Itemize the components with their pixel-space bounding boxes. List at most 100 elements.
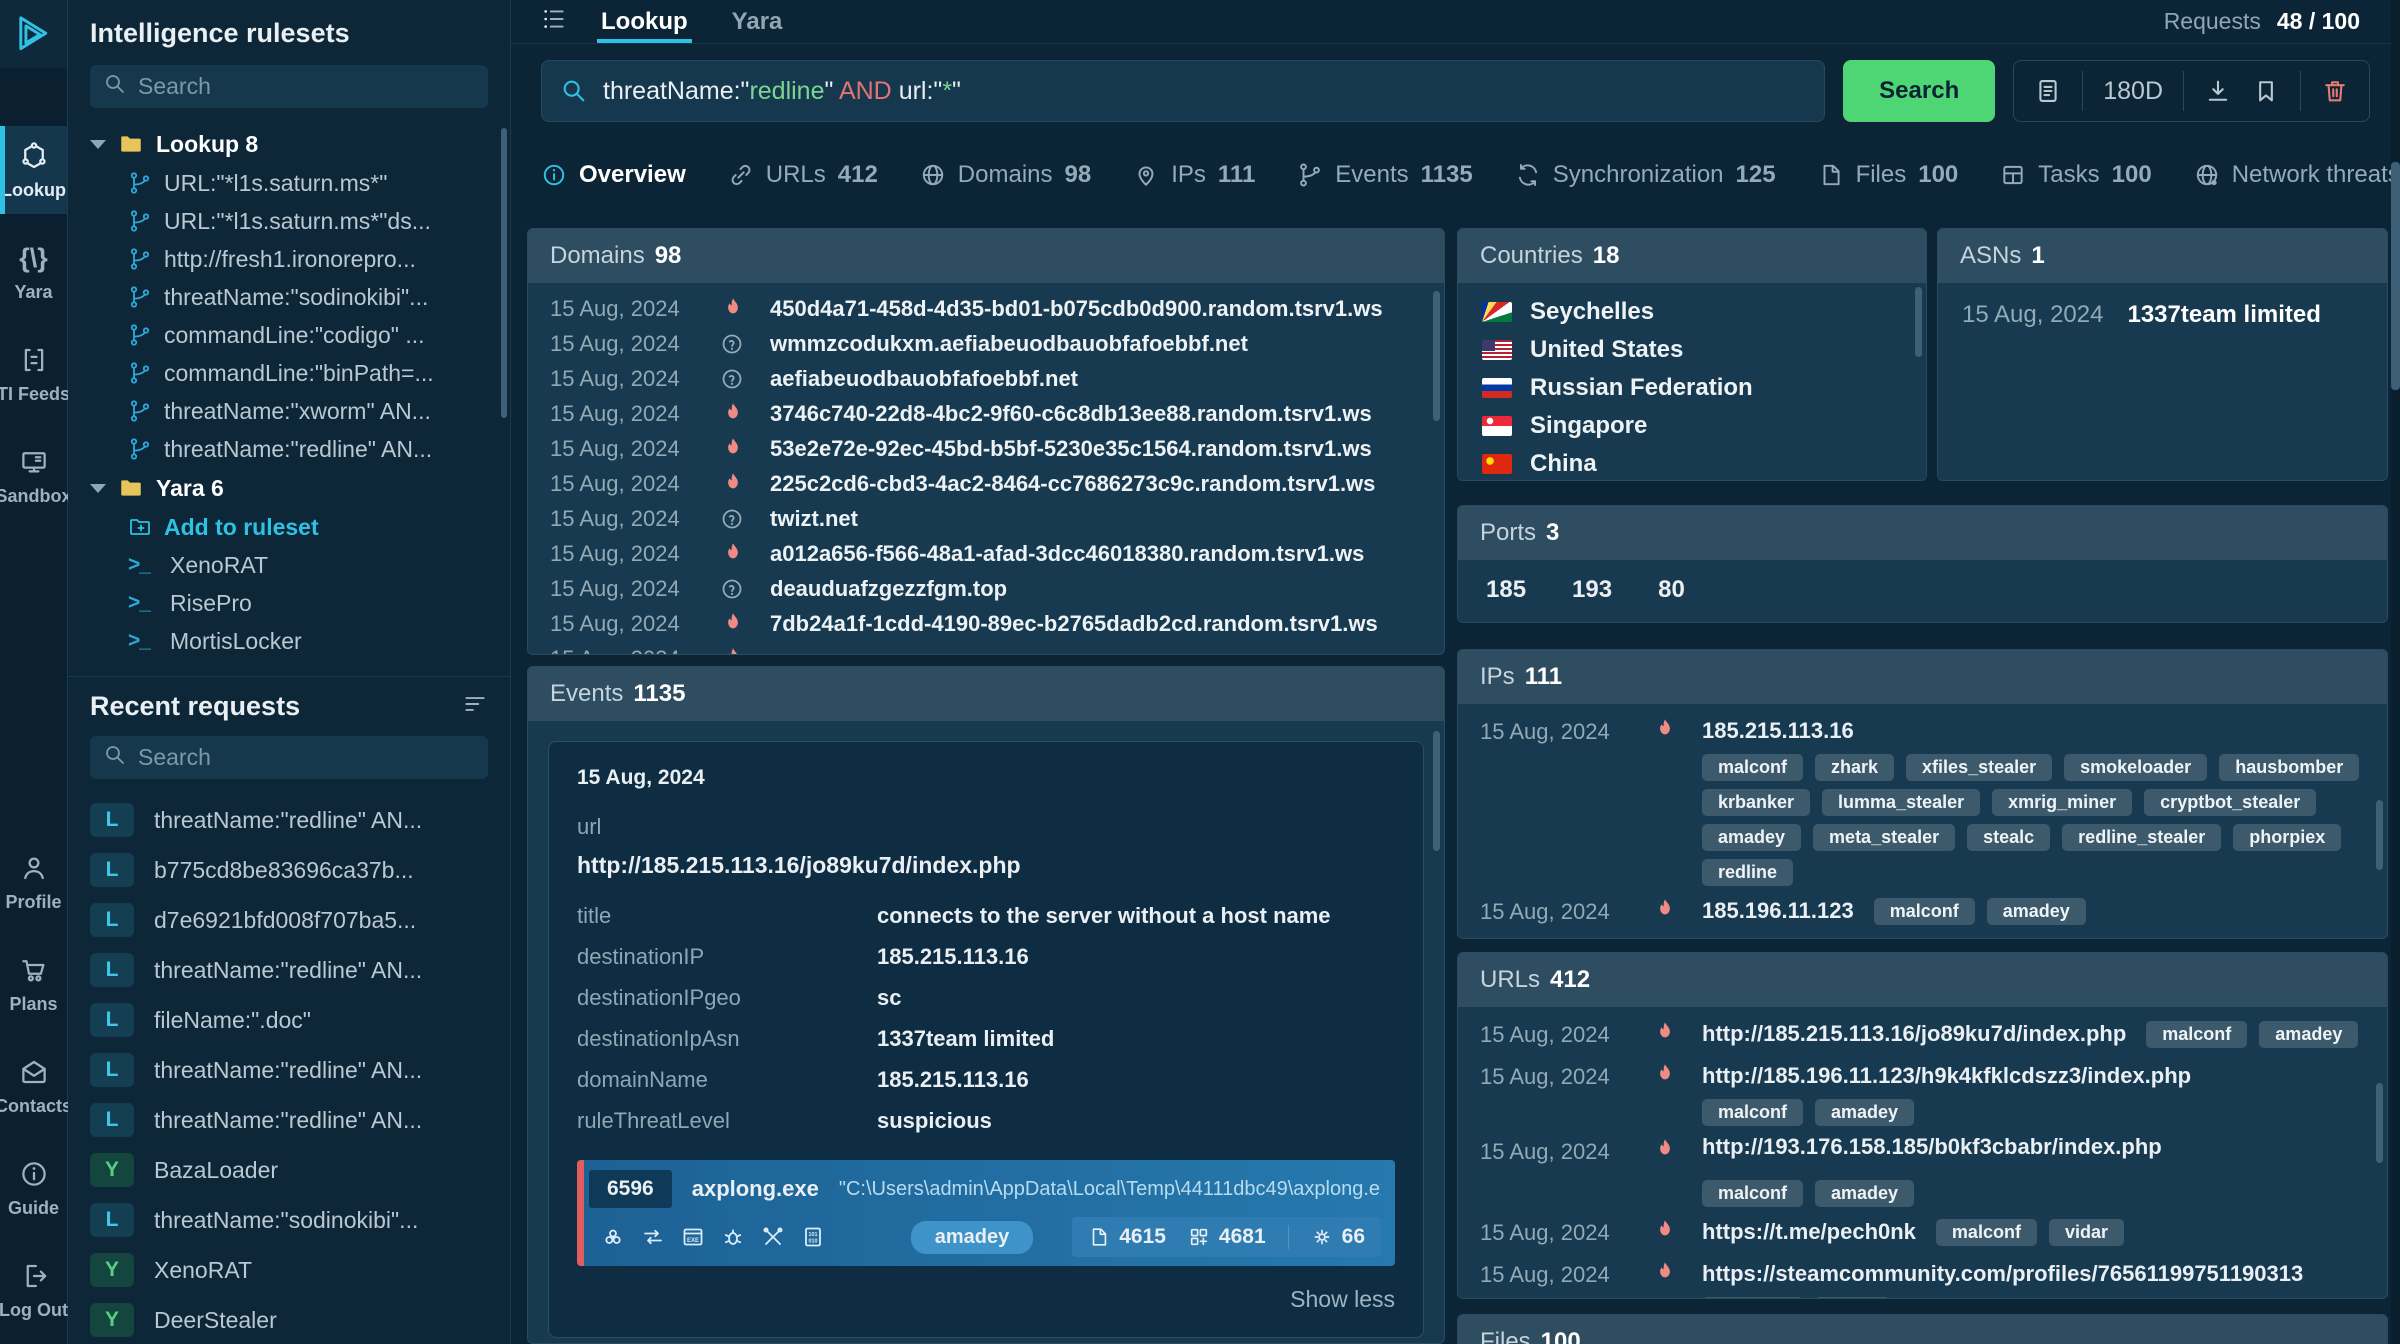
domain-value[interactable]: twizt.net xyxy=(770,506,858,532)
domain-value[interactable]: 7db24a1f-1cdd-4190-89ec-b2765dadb2cd.ran… xyxy=(770,611,1378,637)
urls-scrollbar[interactable] xyxy=(2376,1083,2383,1163)
process-stat[interactable]: 66 xyxy=(1311,1225,1365,1249)
malware-tag[interactable]: hausbomber xyxy=(2219,754,2359,781)
recent-request-item[interactable]: YBazaLoader xyxy=(68,1145,510,1195)
time-range-selector[interactable]: 180D xyxy=(2103,77,2163,106)
malware-tag[interactable]: stealc xyxy=(1967,824,2050,851)
domain-value[interactable]: aefiabeuodbauobfafoebbf.net xyxy=(770,366,1078,392)
recent-request-item[interactable]: LthreatName:"redline" AN... xyxy=(68,1045,510,1095)
domains-scrollbar[interactable] xyxy=(1433,291,1440,421)
malware-tag[interactable]: meta_stealer xyxy=(1813,824,1955,851)
malware-tag[interactable]: amadey xyxy=(1815,1099,1914,1126)
recent-request-item[interactable]: Lb775cd8be83696ca37b... xyxy=(68,845,510,895)
sidebar-item-ti-feeds[interactable]: TI Feeds xyxy=(0,330,67,418)
recent-request-item[interactable]: LthreatName:"redline" AN... xyxy=(68,1095,510,1145)
malware-tag[interactable]: lumma_stealer xyxy=(1822,789,1980,816)
add-to-ruleset-action[interactable]: Add to ruleset xyxy=(68,508,510,546)
tab-domains[interactable]: Domains98 xyxy=(920,161,1091,189)
ruleset-item[interactable]: URL:"*l1s.saturn.ms*" xyxy=(68,164,510,202)
domain-value[interactable]: a012a656-f566-48a1-afad-3dcc46018380.ran… xyxy=(770,541,1364,567)
url-value[interactable]: https://t.me/pech0nk xyxy=(1702,1219,1916,1245)
recent-request-item[interactable]: LthreatName:"redline" AN... xyxy=(68,945,510,995)
url-value[interactable]: http://185.196.11.123/h9k4kfklcdszz3/ind… xyxy=(1702,1063,2191,1089)
ruleset-item[interactable]: >_MortisLocker xyxy=(68,622,510,660)
sidebar-item-plans[interactable]: Plans xyxy=(0,940,67,1028)
tab-network-threats[interactable]: Network threats4 xyxy=(2194,161,2400,189)
malware-tag[interactable]: redline xyxy=(1702,859,1793,886)
ruleset-item[interactable]: commandLine:"codigo" ... xyxy=(68,316,510,354)
domain-value[interactable]: 3746c740-22d8-4bc2-9f60-c6c8db13ee88.ran… xyxy=(770,401,1372,427)
process-malware-tag[interactable]: amadey xyxy=(911,1221,1034,1254)
domain-value[interactable]: 53e2e72e-92ec-45bd-b5bf-5230e35c1564.ran… xyxy=(770,436,1372,462)
ruleset-item[interactable]: commandLine:"binPath=... xyxy=(68,354,510,392)
malware-tag[interactable]: vidar xyxy=(1815,1297,1890,1299)
country-row[interactable]: Singapore xyxy=(1458,407,1926,445)
ruleset-item[interactable]: threatName:"redline" AN... xyxy=(68,430,510,468)
rulesets-search-input[interactable] xyxy=(138,73,475,100)
malware-tag[interactable]: amadey xyxy=(1815,1180,1914,1207)
sidebar-item-lookup[interactable]: Lookup xyxy=(0,126,67,214)
domain-value[interactable]: 225c2cd6-cbd3-4ac2-8464-cc7686273c9c.ran… xyxy=(770,471,1375,497)
malware-tag[interactable]: xmrig_miner xyxy=(1992,789,2132,816)
recent-request-item[interactable]: Ld7e6921bfd008f707ba5... xyxy=(68,895,510,945)
process-stat[interactable]: 4615 xyxy=(1088,1225,1166,1249)
process-stat[interactable]: 4681 xyxy=(1188,1225,1266,1249)
recent-request-item[interactable]: LfileName:".doc" xyxy=(68,995,510,1045)
recent-search-input[interactable] xyxy=(138,744,475,771)
sidebar-item-profile[interactable]: Profile xyxy=(0,838,67,926)
filter-icon[interactable] xyxy=(462,691,488,722)
malware-tag[interactable]: malconf xyxy=(1702,1099,1803,1126)
rulesets-scrollbar[interactable] xyxy=(501,128,507,418)
ip-value[interactable]: 185.215.113.16 xyxy=(1702,718,1854,744)
app-logo[interactable] xyxy=(0,0,67,68)
recent-search[interactable] xyxy=(90,736,488,779)
country-row[interactable]: Russian Federation xyxy=(1458,369,1926,407)
tab-overview[interactable]: Overview xyxy=(541,161,686,189)
recent-request-item[interactable]: YDeerStealer xyxy=(68,1295,510,1344)
recent-request-item[interactable]: LthreatName:"sodinokibi"... xyxy=(68,1195,510,1245)
ruleset-folder-yara[interactable]: Yara 6 xyxy=(68,468,510,508)
ip-value[interactable]: 185.196.11.123 xyxy=(1702,898,1854,924)
recent-request-item[interactable]: LthreatName:"redline" AN... xyxy=(68,795,510,845)
country-row[interactable]: United States xyxy=(1458,331,1926,369)
tab-ips[interactable]: IPs111 xyxy=(1133,161,1255,189)
countries-scrollbar[interactable] xyxy=(1915,287,1922,357)
malware-tag[interactable]: malconf xyxy=(1936,1219,2037,1246)
ruleset-folder-lookup[interactable]: Lookup 8 xyxy=(68,124,510,164)
malware-tag[interactable]: amadey xyxy=(1987,898,2086,925)
malware-tag[interactable]: amadey xyxy=(2259,1021,2358,1048)
malware-tag[interactable]: malconf xyxy=(1702,1180,1803,1207)
tab-files[interactable]: Files100 xyxy=(1818,161,1959,189)
list-icon[interactable] xyxy=(541,6,567,37)
ruleset-item[interactable]: threatName:"sodinokibi"... xyxy=(68,278,510,316)
malware-tag[interactable]: smokeloader xyxy=(2064,754,2207,781)
tab-synchronization[interactable]: Synchronization125 xyxy=(1515,161,1776,189)
country-row[interactable]: China xyxy=(1458,445,1926,481)
port-value[interactable]: 185 xyxy=(1486,576,1526,604)
ruleset-item[interactable]: URL:"*l1s.saturn.ms*"ds... xyxy=(68,202,510,240)
malware-tag[interactable]: amadey xyxy=(1702,824,1801,851)
malware-tag[interactable]: vidar xyxy=(2049,1219,2124,1246)
sidebar-item-log-out[interactable]: Log Out xyxy=(0,1246,67,1334)
country-row[interactable]: Seychelles xyxy=(1458,293,1926,331)
asn-value[interactable]: 1337team limited xyxy=(2127,301,2320,329)
malware-tag[interactable]: cryptbot_stealer xyxy=(2144,789,2316,816)
ruleset-item[interactable]: >_RisePro xyxy=(68,584,510,622)
malware-tag[interactable]: zhark xyxy=(1815,754,1894,781)
rulesets-search[interactable] xyxy=(90,65,488,108)
tab-lookup[interactable]: Lookup xyxy=(597,0,692,43)
recent-request-item[interactable]: YXenoRAT xyxy=(68,1245,510,1295)
tab-urls[interactable]: URLs412 xyxy=(728,161,878,189)
domain-value[interactable]: 450d4a71-458d-4d35-bd01-b075cdb0d900.ran… xyxy=(770,296,1383,322)
url-value[interactable]: http://193.176.158.185/b0kf3cbabr/index.… xyxy=(1702,1134,2162,1160)
malware-tag[interactable]: malconf xyxy=(1702,1297,1803,1299)
ruleset-item[interactable]: http://fresh1.ironorepro... xyxy=(68,240,510,278)
ruleset-item[interactable]: >_XenoRAT xyxy=(68,546,510,584)
sidebar-item-yara[interactable]: {\}Yara xyxy=(0,228,67,316)
malware-tag[interactable]: malconf xyxy=(2146,1021,2247,1048)
trash-icon[interactable] xyxy=(2321,77,2349,105)
query-history-icon[interactable] xyxy=(2034,77,2062,105)
ips-scrollbar[interactable] xyxy=(2376,800,2383,870)
sidebar-item-contacts[interactable]: Contacts xyxy=(0,1042,67,1130)
download-icon[interactable] xyxy=(2204,77,2232,105)
